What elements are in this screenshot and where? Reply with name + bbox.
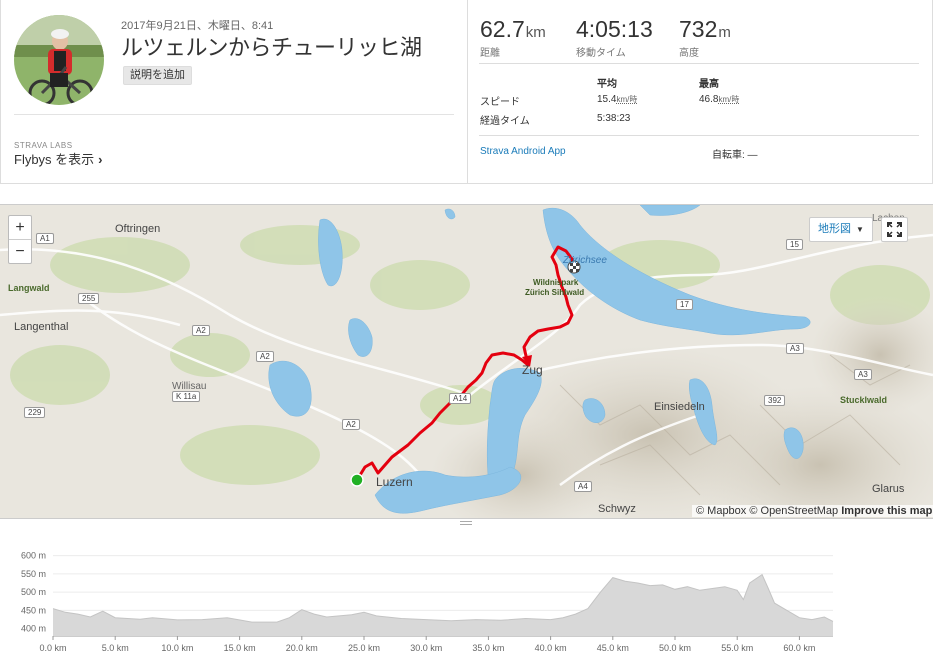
map-label-oftringen: Oftringen <box>115 223 161 235</box>
x-tick-label: 0.0 km <box>39 643 66 653</box>
road-shield: K 11a <box>172 391 201 402</box>
y-tick-label: 500 m <box>21 587 46 597</box>
map-label-stucklwald: Stucklwald <box>840 395 888 405</box>
map-type-label: 地形図 <box>818 223 851 235</box>
road-shield: A3 <box>786 343 804 354</box>
elevation-profile-area <box>53 574 833 636</box>
map-type-dropdown[interactable]: 地形図 ▼ <box>809 217 873 242</box>
elevation-value: 732 <box>679 16 718 42</box>
elevation-unit: m <box>718 24 731 41</box>
x-tick-label: 45.0 km <box>597 643 629 653</box>
attribution-text: © Mapbox © OpenStreetMap <box>696 505 839 517</box>
map-label-glarus: Glarus <box>872 483 905 495</box>
map-label-wildnispark: Wildnispark <box>533 278 579 287</box>
road-shield: 392 <box>764 395 786 406</box>
y-tick-label: 550 m <box>21 569 46 579</box>
speed-max-value: 46.8 <box>699 94 719 105</box>
road-shield: A3 <box>854 369 872 380</box>
road-shield: A2 <box>256 351 274 362</box>
moving-time-value: 4:05:13 <box>576 16 653 42</box>
road-shield: 255 <box>78 293 100 304</box>
speed-avg: 15.4km/時 <box>597 94 637 105</box>
device-link[interactable]: Strava Android App <box>480 146 566 157</box>
activity-summary-pane: 2017年9月21日、木曜日、8:41 ルツェルンからチューリッヒ湖 説明を追加… <box>1 0 468 183</box>
elevation-chart[interactable]: 600 m 550 m 500 m 450 m 400 m 0.0 km 5.0 km 10… <box>0 530 933 666</box>
map-label-zug: Zug <box>522 363 543 377</box>
distance-label: 距離 <box>480 48 500 59</box>
moving-time-label: 移動タイム <box>576 48 626 59</box>
speed-unit: km/時 <box>616 95 638 104</box>
speed-label: スピード <box>480 97 520 108</box>
athlete-avatar[interactable] <box>14 15 104 105</box>
caret-down-icon: ▼ <box>856 225 864 234</box>
x-tick-label: 60.0 km <box>783 643 815 653</box>
improve-map-link[interactable]: Improve this map <box>841 505 932 517</box>
map-label-luzern: Luzern <box>376 475 413 489</box>
activity-title: ルツェルンからチューリッヒ湖 <box>121 36 422 61</box>
x-tick-label: 50.0 km <box>659 643 691 653</box>
x-tick-label: 30.0 km <box>410 643 442 653</box>
map-label-schwyz: Schwyz <box>598 503 636 515</box>
elapsed-time-value: 5:38:23 <box>597 113 631 124</box>
map-attribution[interactable]: © Mapbox © OpenStreetMap Improve this ma… <box>692 505 933 517</box>
x-tick-label: 15.0 km <box>224 643 256 653</box>
divider <box>14 114 454 115</box>
y-tick-label: 450 m <box>21 605 46 615</box>
map-label-langwald: Langwald <box>8 283 50 293</box>
fullscreen-icon <box>887 222 902 237</box>
road-shield: 17 <box>676 299 693 310</box>
x-tick-label: 10.0 km <box>161 643 193 653</box>
road-shield: A2 <box>342 419 360 430</box>
activity-header: 2017年9月21日、木曜日、8:41 ルツェルンからチューリッヒ湖 説明を追加… <box>0 0 933 184</box>
chevron-right-icon: › <box>98 152 103 167</box>
bike-info: 自転車: — <box>712 150 758 161</box>
max-column-header: 最高 <box>699 79 719 90</box>
divider <box>479 135 919 136</box>
speed-max: 46.8km/時 <box>699 94 739 105</box>
flybys-label: Flybys を表示 <box>14 152 95 167</box>
avg-column-header: 平均 <box>597 79 617 90</box>
map-label-zurichsee: Zürichsee <box>563 255 607 266</box>
map-terrain <box>0 205 933 518</box>
elapsed-time-label: 経過タイム <box>480 116 530 127</box>
stat-distance: 62.7km 距離 <box>480 16 546 59</box>
add-description-button[interactable]: 説明を追加 <box>123 66 192 85</box>
x-tick-label: 25.0 km <box>348 643 380 653</box>
divider <box>479 63 919 64</box>
distance-unit: km <box>525 24 546 41</box>
zoom-in-button[interactable]: + <box>9 216 31 239</box>
x-tick-label: 40.0 km <box>535 643 567 653</box>
y-tick-label: 400 m <box>21 624 46 634</box>
activity-stats-pane: 62.7km 距離 4:05:13 移動タイム 732m 高度 平均 最高 スピ… <box>469 0 933 183</box>
stat-moving-time: 4:05:13 移動タイム <box>576 16 653 59</box>
speed-avg-value: 15.4 <box>597 94 617 105</box>
elevation-label: 高度 <box>679 48 699 59</box>
speed-unit: km/時 <box>718 95 740 104</box>
x-tick-label: 20.0 km <box>286 643 318 653</box>
road-shield: 15 <box>786 239 803 250</box>
stat-elevation: 732m 高度 <box>679 16 731 59</box>
map-label-langenthal: Langenthal <box>14 321 69 333</box>
flybys-link[interactable]: Flybys を表示 › <box>14 149 103 168</box>
distance-value: 62.7 <box>480 16 525 42</box>
x-tick-label: 35.0 km <box>472 643 504 653</box>
road-shield: A1 <box>36 233 54 244</box>
x-tick-label: 55.0 km <box>721 643 753 653</box>
zoom-out-button[interactable]: − <box>9 240 31 263</box>
fullscreen-button[interactable] <box>881 217 908 242</box>
map-label-einsiedeln: Einsiedeln <box>654 401 705 413</box>
map-label-sihlwald: Zürich Sihlwald <box>525 288 585 297</box>
y-tick-label: 600 m <box>21 551 46 561</box>
resize-handle-icon[interactable] <box>460 520 472 526</box>
road-shield: A2 <box>192 325 210 336</box>
road-shield: A14 <box>449 393 472 404</box>
road-shield: A4 <box>574 481 592 492</box>
route-map[interactable]: Oftringen Langwald Langenthal Willisau L… <box>0 204 933 519</box>
x-tick-label: 5.0 km <box>102 643 129 653</box>
zoom-control: + − <box>8 215 32 264</box>
road-shield: 229 <box>24 407 46 418</box>
